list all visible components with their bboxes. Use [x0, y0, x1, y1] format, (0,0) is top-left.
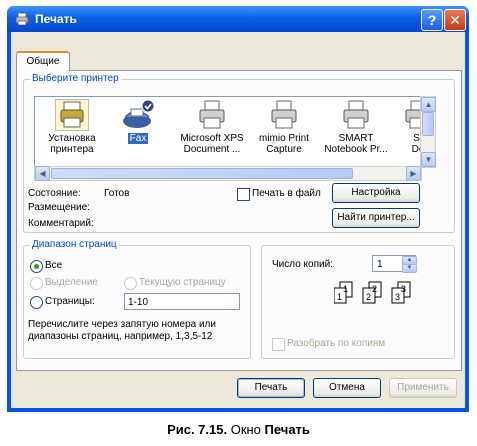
- printer-list[interactable]: Установка принтера Fax Microsoft XPS Doc…: [34, 96, 422, 168]
- copies-group: Число копий: 1 ▲ ▼ 11 22 33 Разобрать по…: [261, 245, 455, 359]
- printer-item-label: Notebook Pr...: [324, 144, 388, 155]
- range-current-page-radio[interactable]: [124, 277, 137, 290]
- printer-icon: [15, 12, 29, 26]
- printer-item-label: SMART: [338, 133, 374, 144]
- printer-item-label: Установка: [48, 133, 96, 144]
- printer-item-xps[interactable]: Microsoft XPS Document ...: [177, 99, 247, 155]
- svg-text:1: 1: [343, 284, 348, 294]
- scroll-up-button[interactable]: ▲: [421, 97, 436, 112]
- location-label: Размещение:: [28, 202, 90, 213]
- print-to-file-label[interactable]: Печать в файл: [252, 188, 321, 199]
- status-label: Состояние:: [28, 188, 81, 199]
- close-button[interactable]: ✕: [444, 9, 466, 31]
- printer-item-label: mimio Print: [258, 133, 309, 144]
- range-all-label[interactable]: Все: [45, 260, 62, 271]
- printer-item-label: St: [413, 133, 422, 144]
- pages-input[interactable]: 1-10: [124, 293, 240, 310]
- print-button[interactable]: Печать: [237, 378, 305, 398]
- find-printer-button[interactable]: Найти принтер...: [332, 208, 420, 228]
- fax-icon: [123, 99, 155, 128]
- print-dialog: Печать ? ✕ Общие Выберите принтер Устано…: [7, 6, 469, 412]
- svg-text:3: 3: [395, 292, 400, 302]
- page-range-hint: Перечислите через запятую номера или диа…: [28, 319, 216, 342]
- caption-bold-word: Печать: [264, 422, 310, 437]
- printer-icon: [343, 100, 369, 129]
- collate-checkbox[interactable]: [272, 338, 285, 351]
- tab-general[interactable]: Общие: [16, 51, 70, 71]
- caption-figure-number: Рис. 7.15.: [167, 422, 228, 437]
- printer-item-mimio[interactable]: mimio Print Capture: [249, 99, 319, 155]
- printer-group-legend: Выберите принтер: [30, 73, 121, 84]
- print-to-file-checkbox[interactable]: [237, 188, 250, 201]
- radio-selected-dot: [34, 264, 39, 269]
- printer-icon: [405, 100, 421, 129]
- svg-text:2: 2: [372, 284, 377, 294]
- svg-text:1: 1: [337, 292, 342, 302]
- settings-button[interactable]: Настройка: [332, 183, 420, 203]
- printer-item-label: Do: [411, 144, 421, 155]
- copies-spinner-down[interactable]: ▼: [402, 264, 417, 273]
- add-printer-icon: [55, 99, 89, 131]
- printer-item-partial[interactable]: St Do: [383, 99, 422, 155]
- printer-item-label: принтера: [50, 144, 94, 155]
- printer-icon: [271, 100, 297, 129]
- range-pages-label[interactable]: Страницы:: [45, 296, 95, 307]
- page-range-group: Диапазон страниц Все Выделение Текущую с…: [23, 239, 251, 359]
- window-title: Печать: [35, 12, 77, 26]
- range-selection-radio[interactable]: [30, 277, 43, 290]
- svg-text:3: 3: [401, 284, 406, 294]
- tab-panel: Выберите принтер Установка принтера Fax …: [16, 70, 462, 371]
- collate-pages-icon: 11 22 33: [334, 281, 411, 304]
- collate-label[interactable]: Разобрать по копиям: [287, 338, 385, 349]
- scroll-right-button[interactable]: ▶: [406, 166, 421, 181]
- range-pages-radio[interactable]: [30, 296, 43, 309]
- apply-button[interactable]: Применить: [389, 378, 457, 398]
- scroll-thumb[interactable]: [51, 168, 353, 179]
- scroll-thumb[interactable]: [422, 112, 434, 136]
- copies-label: Число копий:: [272, 259, 333, 270]
- caption-text: Окно: [227, 422, 265, 437]
- page-range-legend: Диапазон страниц: [30, 239, 119, 250]
- printer-item-fax[interactable]: Fax: [103, 99, 173, 144]
- printer-item-label: Fax: [127, 133, 149, 144]
- range-all-radio[interactable]: [30, 260, 43, 273]
- svg-text:2: 2: [366, 292, 371, 302]
- help-button[interactable]: ?: [421, 9, 443, 31]
- dialog-client-area: Общие Выберите принтер Установка принтер…: [11, 32, 465, 408]
- figure-caption: Рис. 7.15. Окно Печать: [0, 422, 477, 437]
- status-value: Готов: [104, 188, 130, 199]
- printer-item-smart[interactable]: SMART Notebook Pr...: [321, 99, 391, 155]
- printer-item-label: Document ...: [183, 144, 241, 155]
- printer-icon: [199, 100, 225, 129]
- printer-item-label: Capture: [266, 144, 302, 155]
- printer-item-label: Microsoft XPS: [180, 133, 244, 144]
- title-bar[interactable]: Печать ? ✕: [7, 6, 469, 32]
- comment-label: Комментарий:: [28, 218, 94, 229]
- printer-list-hscroll[interactable]: ◀ ▶: [34, 166, 422, 181]
- range-current-page-label[interactable]: Текущую страницу: [139, 277, 226, 288]
- scroll-left-button[interactable]: ◀: [35, 166, 50, 181]
- range-selection-label[interactable]: Выделение: [45, 277, 98, 288]
- printer-item-add[interactable]: Установка принтера: [37, 99, 107, 155]
- printer-list-vscroll[interactable]: ▲ ▼: [420, 96, 436, 168]
- printer-group: Выберите принтер Установка принтера Fax …: [23, 73, 455, 233]
- cancel-button[interactable]: Отмена: [313, 378, 381, 398]
- scroll-down-button[interactable]: ▼: [421, 152, 436, 167]
